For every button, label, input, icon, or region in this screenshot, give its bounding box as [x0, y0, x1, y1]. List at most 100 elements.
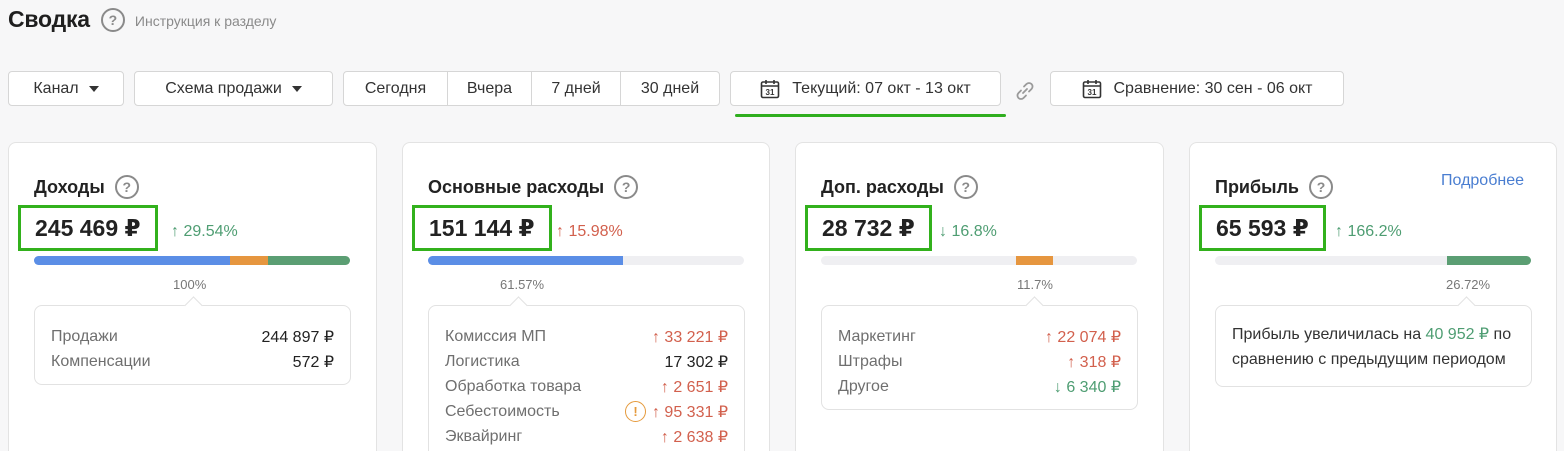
list-item: Комиссия МП ↑ 33 221 ₽ [445, 324, 728, 349]
row-label: Маркетинг [838, 327, 916, 345]
profit-delta: ↑ 166.2% [1335, 223, 1402, 240]
row-value: 572 ₽ [292, 353, 334, 371]
list-item: Маркетинг ↑ 22 074 ₽ [838, 324, 1121, 349]
list-item: Себестоимость ! ↑ 95 331 ₽ [445, 399, 728, 424]
list-item: Продажи 244 897 ₽ [51, 324, 334, 349]
help-icon[interactable]: ? [614, 175, 639, 199]
main-expenses-title: Основные расходы ? [428, 175, 639, 199]
profit-bar [1215, 256, 1531, 265]
row-label: Обработка товара [445, 377, 582, 395]
row-value: ↑ 22 074 ₽ [1044, 328, 1121, 346]
channel-dropdown[interactable]: Канал [8, 71, 124, 106]
extra-expenses-amount: 28 732 ₽ [805, 205, 932, 251]
period-7-days[interactable]: 7 дней [532, 72, 621, 105]
income-title-text: Доходы [34, 176, 105, 197]
sale-scheme-label: Схема продажи [165, 79, 282, 97]
help-icon[interactable]: ? [953, 175, 978, 199]
chevron-down-icon [291, 85, 302, 92]
extra-expenses-bar-fill [1015, 256, 1053, 265]
help-icon[interactable]: ? [1309, 175, 1333, 199]
calendar-icon: 31 [1082, 79, 1101, 98]
main-expenses-bar [428, 256, 744, 265]
row-label: Эквайринг [445, 427, 523, 445]
warning-icon[interactable]: ! [624, 401, 646, 422]
income-bar-segment-compensation [229, 256, 268, 265]
row-value: ↓ 6 340 ₽ [1053, 378, 1121, 396]
income-breakdown: Продажи 244 897 ₽ Компенсации 572 ₽ [34, 305, 351, 385]
profit-card: Прибыль ? Подробнее 65 593 ₽ ↑ 166.2% 26… [1189, 142, 1557, 451]
extra-expenses-title: Доп. расходы ? [821, 175, 978, 199]
calendar-day: 31 [1087, 88, 1096, 97]
list-item: Компенсации 572 ₽ [51, 349, 334, 374]
compare-period-label: Сравнение: 30 сен - 06 окт [1113, 79, 1313, 97]
period-today[interactable]: Сегодня [344, 72, 448, 105]
profit-amount: 65 593 ₽ [1199, 205, 1326, 251]
profit-summary-text: Прибыль увеличилась на 40 952 ₽ по сравн… [1216, 306, 1531, 386]
income-bar-segment-other [267, 256, 350, 265]
summary-text: Прибыль увеличилась на [1232, 326, 1426, 343]
profit-title: Прибыль ? [1215, 175, 1333, 199]
income-delta: ↑ 29.54% [171, 223, 238, 240]
main-expenses-percent: 61.57% [500, 277, 545, 292]
channel-dropdown-label: Канал [33, 79, 79, 97]
row-value: ↑ 318 ₽ [1067, 353, 1121, 371]
row-value: 244 897 ₽ [261, 328, 334, 346]
main-expenses-card: Основные расходы ? 151 144 ₽ ↑ 15.98% 61… [402, 142, 770, 451]
help-icon[interactable]: ? [100, 7, 125, 32]
list-item: Эквайринг ↑ 2 638 ₽ [445, 424, 728, 449]
row-label: Продажи [51, 327, 118, 345]
calendar-icon: 31 [760, 79, 780, 98]
extra-expenses-delta: ↓ 16.8% [939, 223, 997, 240]
row-label: Другое [838, 377, 889, 395]
current-period-label: Текущий: 07 окт - 13 окт [792, 79, 971, 97]
income-card: Доходы ? 245 469 ₽ ↑ 29.54% 100% Продажи… [8, 142, 377, 451]
summary-amount: 40 952 ₽ [1425, 326, 1490, 343]
page-title: Сводка [8, 6, 90, 32]
instruction-link[interactable]: Инструкция к разделу [135, 13, 276, 29]
income-percent: 100% [173, 277, 207, 292]
extra-expenses-breakdown: Маркетинг ↑ 22 074 ₽ Штрафы ↑ 318 ₽ Друг… [821, 305, 1138, 410]
row-value: 17 302 ₽ [664, 353, 728, 371]
profit-bar-fill [1446, 256, 1531, 265]
active-period-underline [735, 114, 1006, 117]
period-30-days[interactable]: 30 дней [621, 72, 719, 105]
row-label: Логистика [445, 352, 520, 370]
row-value: ↑ 33 221 ₽ [651, 328, 728, 346]
main-expenses-delta: ↑ 15.98% [556, 223, 623, 240]
row-label: Компенсации [51, 352, 151, 370]
income-title: Доходы ? [34, 175, 139, 199]
list-item: Логистика 17 302 ₽ [445, 349, 728, 374]
compare-period-button[interactable]: 31 Сравнение: 30 сен - 06 окт [1050, 71, 1344, 106]
current-period-button[interactable]: 31 Текущий: 07 окт - 13 окт [730, 71, 1001, 106]
list-item: Обработка товара ↑ 2 651 ₽ [445, 374, 728, 399]
extra-expenses-card: Доп. расходы ? 28 732 ₽ ↓ 16.8% 11.7% Ма… [795, 142, 1164, 451]
main-expenses-amount: 151 144 ₽ [412, 205, 552, 251]
income-bar-segment-sales [34, 256, 230, 265]
page-header: Сводка ? Инструкция к разделу [8, 6, 276, 33]
help-icon[interactable]: ? [114, 175, 139, 199]
row-label: Комиссия МП [445, 327, 547, 345]
period-yesterday[interactable]: Вчера [448, 72, 532, 105]
main-expenses-title-text: Основные расходы [428, 176, 605, 197]
sale-scheme-dropdown[interactable]: Схема продажи [134, 71, 333, 106]
calendar-day: 31 [766, 88, 775, 97]
period-selector: Сегодня Вчера 7 дней 30 дней [343, 71, 720, 106]
extra-expenses-percent: 11.7% [1017, 277, 1053, 292]
row-label: Штрафы [838, 352, 903, 370]
row-value: ↑ 95 331 ₽ [651, 403, 728, 421]
profit-title-text: Прибыль [1215, 176, 1299, 197]
row-value-with-warning: ! ↑ 95 331 ₽ [624, 401, 728, 422]
row-value: ↑ 2 638 ₽ [660, 428, 728, 446]
income-bar [34, 256, 350, 265]
extra-expenses-title-text: Доп. расходы [821, 176, 944, 197]
profit-percent: 26.72% [1446, 277, 1491, 292]
row-label: Себестоимость [445, 402, 560, 420]
extra-expenses-bar [821, 256, 1137, 265]
list-item: Штрафы ↑ 318 ₽ [838, 349, 1121, 374]
link-icon[interactable] [1013, 79, 1037, 103]
list-item: Другое ↓ 6 340 ₽ [838, 374, 1121, 399]
row-value: ↑ 2 651 ₽ [660, 378, 728, 396]
main-expenses-bar-fill [428, 256, 623, 265]
more-details-link[interactable]: Подробнее [1441, 172, 1524, 190]
chevron-down-icon [88, 85, 99, 92]
